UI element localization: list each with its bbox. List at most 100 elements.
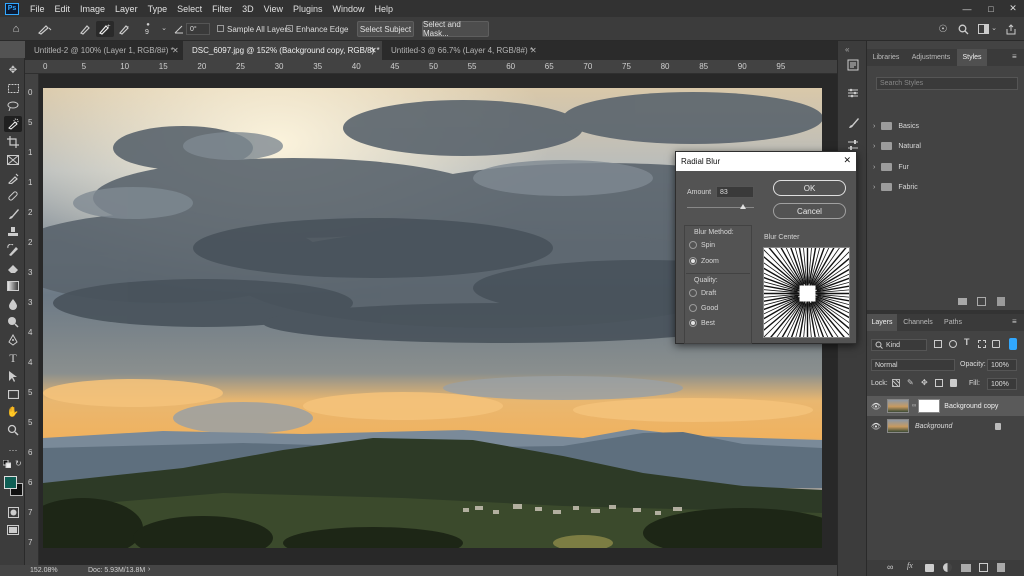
select-and-mask-button[interactable]: Select and Mask... bbox=[422, 20, 489, 38]
default-colors-icon[interactable] bbox=[2, 459, 13, 470]
foreground-color-swatch[interactable] bbox=[4, 476, 17, 489]
dodge-tool-icon[interactable] bbox=[4, 314, 22, 330]
menu-filter[interactable]: Filter bbox=[207, 4, 237, 14]
tab-paths[interactable]: Paths bbox=[939, 314, 967, 331]
lock-transparent-icon[interactable] bbox=[892, 379, 900, 387]
layer-mask-thumbnail[interactable] bbox=[918, 399, 941, 413]
filter-toggle[interactable] bbox=[1009, 338, 1017, 350]
collapse-dock-icon[interactable]: « bbox=[845, 45, 849, 54]
menu-window[interactable]: Window bbox=[328, 4, 370, 14]
filter-kind-select[interactable]: Kind bbox=[871, 339, 927, 351]
tool-preset-icon[interactable] bbox=[36, 22, 54, 36]
close-tab-icon[interactable]: ✕ bbox=[370, 46, 377, 55]
move-tool-icon[interactable]: ✥ bbox=[4, 62, 22, 78]
tab-untitled-3[interactable]: Untitled-3 @ 66.7% (Layer 4, RGB/8#) * ✕ bbox=[382, 41, 544, 60]
select-subject-button[interactable]: Select Subject bbox=[357, 21, 414, 37]
path-selection-icon[interactable] bbox=[4, 368, 22, 384]
menu-help[interactable]: Help bbox=[370, 4, 399, 14]
blend-mode-select[interactable]: Normal bbox=[871, 359, 955, 371]
tab-adjustments[interactable]: Adjustments bbox=[906, 49, 956, 66]
draft-radio[interactable] bbox=[689, 289, 697, 297]
link-layers-icon[interactable]: ∞ bbox=[887, 562, 893, 572]
history-brush-icon[interactable] bbox=[4, 242, 22, 258]
good-label[interactable]: Good bbox=[701, 305, 718, 312]
good-radio[interactable] bbox=[689, 304, 697, 312]
spin-radio[interactable] bbox=[689, 241, 697, 249]
tab-dsc-6097[interactable]: DSC_6097.jpg @ 152% (Background copy, RG… bbox=[183, 41, 382, 60]
tab-layers[interactable]: Layers bbox=[867, 314, 897, 331]
close-tab-icon[interactable]: ✕ bbox=[172, 46, 179, 55]
close-icon[interactable]: ✕ bbox=[843, 155, 851, 166]
layer-name[interactable]: Background bbox=[915, 423, 952, 430]
visibility-eye-icon[interactable]: 👁 bbox=[869, 402, 883, 411]
menu-type[interactable]: Type bbox=[143, 4, 173, 14]
filter-type-icon[interactable]: T bbox=[964, 337, 970, 347]
status-arrow-icon[interactable]: › bbox=[148, 566, 150, 573]
best-label[interactable]: Best bbox=[701, 320, 715, 327]
spin-label[interactable]: Spin bbox=[701, 242, 715, 249]
delete-style-icon[interactable] bbox=[997, 297, 1005, 306]
sample-all-layers-checkbox[interactable] bbox=[217, 25, 224, 32]
quick-mask-icon[interactable] bbox=[4, 504, 22, 520]
blur-center-preview[interactable] bbox=[763, 247, 850, 338]
add-mask-icon[interactable] bbox=[925, 564, 934, 572]
ok-button[interactable]: OK bbox=[773, 180, 846, 196]
lasso-tool-icon[interactable] bbox=[4, 98, 22, 114]
history-icon[interactable] bbox=[845, 57, 861, 73]
type-tool-icon[interactable]: T bbox=[4, 350, 22, 366]
menu-file[interactable]: File bbox=[25, 4, 50, 14]
tab-channels[interactable]: Channels bbox=[898, 314, 938, 331]
eyedropper-tool-icon[interactable] bbox=[4, 170, 22, 186]
new-group-icon[interactable] bbox=[958, 298, 967, 305]
share-icon[interactable]: ☉ bbox=[936, 22, 950, 36]
frame-tool-icon[interactable] bbox=[4, 152, 22, 168]
close-tab-icon[interactable]: ✕ bbox=[530, 46, 537, 55]
brush-tool-icon[interactable] bbox=[4, 206, 22, 222]
style-group-natural[interactable]: › Natural bbox=[873, 139, 921, 153]
amount-input[interactable]: 83 bbox=[716, 186, 754, 198]
draft-label[interactable]: Draft bbox=[701, 290, 716, 297]
tab-styles[interactable]: Styles bbox=[957, 49, 987, 66]
hand-tool-icon[interactable]: ✋ bbox=[4, 404, 22, 420]
visibility-eye-icon[interactable]: 👁 bbox=[869, 422, 883, 431]
angle-field[interactable]: 0° bbox=[186, 23, 210, 35]
healing-brush-icon[interactable] bbox=[4, 188, 22, 204]
rectangular-marquee-icon[interactable] bbox=[4, 80, 22, 96]
home-icon[interactable]: ⌂ bbox=[9, 22, 23, 36]
style-group-basics[interactable]: › Basics bbox=[873, 119, 919, 133]
menu-plugins[interactable]: Plugins bbox=[288, 4, 328, 14]
zoom-label[interactable]: Zoom bbox=[701, 258, 719, 265]
layer-style-icon[interactable]: fx bbox=[907, 561, 913, 570]
close-icon[interactable]: ✕ bbox=[1002, 0, 1024, 17]
opacity-field[interactable]: 100% bbox=[987, 359, 1017, 371]
filter-adjustment-icon[interactable] bbox=[949, 340, 957, 348]
panel-menu-icon[interactable]: ≡ bbox=[1012, 52, 1017, 61]
gradient-tool-icon[interactable] bbox=[4, 278, 22, 294]
menu-layer[interactable]: Layer bbox=[110, 4, 143, 14]
layers-menu-icon[interactable]: ≡ bbox=[1012, 317, 1017, 326]
menu-edit[interactable]: Edit bbox=[50, 4, 76, 14]
new-selection-icon[interactable] bbox=[78, 22, 94, 36]
filter-pixel-icon[interactable] bbox=[934, 340, 942, 348]
zoom-level[interactable]: 152.08% bbox=[30, 567, 58, 574]
rectangle-tool-icon[interactable] bbox=[4, 386, 22, 402]
lock-position-icon[interactable]: ✥ bbox=[921, 378, 928, 387]
menu-view[interactable]: View bbox=[259, 4, 288, 14]
cancel-button[interactable]: Cancel bbox=[773, 203, 846, 219]
layer-row-background-copy[interactable]: 👁 ∞ Background copy bbox=[867, 396, 1024, 416]
best-radio[interactable] bbox=[689, 319, 697, 327]
lock-all-icon[interactable] bbox=[950, 379, 957, 387]
layer-row-background[interactable]: 👁 Background bbox=[867, 416, 1024, 436]
tab-untitled-2[interactable]: Untitled-2 @ 100% (Layer 1, RGB/8#) * ✕ bbox=[25, 41, 183, 60]
layer-name[interactable]: Background copy bbox=[944, 403, 998, 410]
fill-field[interactable]: 100% bbox=[987, 378, 1017, 390]
maximize-icon[interactable]: □ bbox=[980, 0, 1002, 17]
crop-tool-icon[interactable] bbox=[4, 134, 22, 150]
pen-tool-icon[interactable] bbox=[4, 332, 22, 348]
style-group-fur[interactable]: › Fur bbox=[873, 160, 909, 174]
lock-image-icon[interactable]: ✎ bbox=[907, 378, 914, 387]
new-style-icon[interactable] bbox=[977, 297, 986, 306]
menu-image[interactable]: Image bbox=[75, 4, 110, 14]
screen-mode-icon[interactable] bbox=[4, 522, 22, 538]
new-group-icon[interactable] bbox=[961, 564, 971, 572]
